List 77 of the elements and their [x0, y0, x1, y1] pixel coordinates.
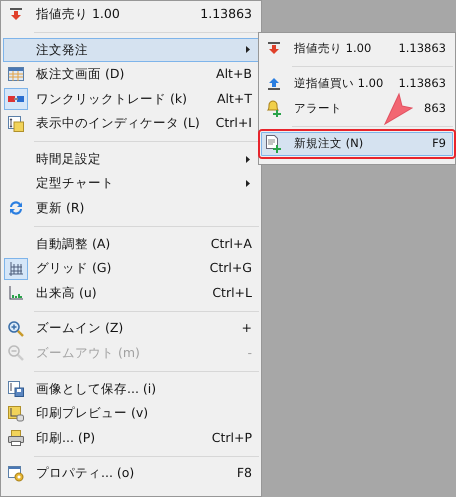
menu-item[interactable]: 新規注文 (N) F9 [261, 132, 453, 156]
menu-label: 指値売り 1.00 [36, 4, 120, 23]
menu-label: 更新 (R) [36, 199, 84, 218]
shortcut-text: F8 [236, 464, 253, 482]
shortcut-text: Alt+B [215, 65, 253, 84]
menu-label: 新規注文 (N) [294, 135, 364, 152]
menu-item[interactable]: ズームイン (Z) + [3, 316, 259, 342]
volume-chart-icon [8, 285, 24, 302]
menu-label: 印刷プレビュー (v) [36, 404, 148, 422]
shortcut-text: 1.13863 [199, 4, 253, 23]
menu-item[interactable]: 印刷プレビュー (v) [3, 401, 259, 426]
menu-item[interactable]: 板注文画面 (D) Alt+B [3, 62, 259, 87]
menu-label: プロパティ... (o) [36, 464, 134, 482]
shortcut-text: - [246, 344, 253, 362]
menu-label: 定型チャート [36, 174, 114, 192]
shortcut-text: 1.13863 [397, 75, 447, 92]
new-document-icon [265, 135, 283, 154]
shortcut-text: 1.13863 [397, 40, 447, 57]
submenu-arrow-icon [246, 156, 250, 163]
menu-item[interactable]: 自動調整 (A) Ctrl+A [3, 232, 259, 256]
menu-item[interactable]: 表示中のインディケータ (L) Ctrl+I [3, 111, 259, 136]
menu-label: 出来高 (u) [36, 284, 97, 302]
pointer-arrow [383, 92, 413, 126]
menu-label: 表示中のインディケータ (L) [36, 114, 200, 132]
shortcut-text: F9 [431, 135, 447, 152]
shortcut-text: Alt+T [216, 90, 253, 108]
menu-item[interactable]: 時間足設定 [3, 146, 259, 172]
down-arrow-icon [9, 7, 23, 22]
menu-item[interactable]: ワンクリックトレード (k) Alt+T [3, 86, 259, 112]
shortcut-text: Ctrl+P [210, 428, 253, 447]
menu-item[interactable]: 画像として保存... (i) [3, 376, 259, 402]
menu-item[interactable]: 印刷... (P) Ctrl+P [3, 426, 259, 450]
menu-item[interactable]: 指値売り 1.00 1.13863 [3, 2, 259, 27]
save-image-icon [8, 381, 24, 398]
menu-item[interactable]: 出来高 (u) Ctrl+L [3, 280, 259, 306]
print-preview-icon [8, 406, 24, 422]
menu-item[interactable]: 指値売り 1.00 1.13863 [261, 36, 453, 61]
shortcut-text: Ctrl+A [210, 234, 253, 253]
menu-label: ワンクリックトレード (k) [36, 90, 187, 108]
menu-item[interactable]: アラート 863 [261, 96, 453, 121]
submenu-arrow-icon [246, 180, 250, 188]
shortcut-text: 863 [423, 100, 447, 117]
menu-item[interactable]: 更新 (R) [3, 196, 259, 221]
menu-item[interactable]: 定型チャート [3, 172, 259, 196]
zoom-in-icon [8, 320, 24, 337]
menu-label: 板注文画面 (D) [36, 65, 124, 84]
toggle-icon [8, 95, 24, 104]
table-icon [8, 67, 24, 82]
menu-item[interactable]: グリッド (G) Ctrl+G [3, 256, 259, 281]
menu-label: 画像として保存... (i) [36, 380, 156, 398]
refresh-icon [8, 200, 24, 216]
menu-label: グリッド (G) [36, 259, 112, 278]
menu-label: 自動調整 (A) [36, 234, 110, 253]
printer-icon [8, 430, 24, 446]
menu-label: 印刷... (P) [36, 428, 96, 447]
shortcut-text: Ctrl+L [211, 284, 253, 302]
menu-label: 指値売り 1.00 [294, 40, 372, 57]
bell-icon [265, 99, 283, 118]
menu-item[interactable]: 注文発注 [3, 38, 259, 62]
zoom-out-icon [8, 345, 24, 362]
up-arrow-icon [267, 76, 281, 91]
menu-label: アラート [294, 100, 342, 117]
down-arrow-icon [267, 41, 281, 56]
grid-icon [8, 260, 24, 277]
menu-item[interactable]: プロパティ... (o) F8 [3, 462, 259, 486]
menu-label: ズームイン (Z) [36, 319, 124, 338]
indicator-icon [8, 116, 24, 132]
submenu-arrow-icon [246, 46, 250, 54]
menu-label: 注文発注 [36, 40, 88, 59]
shortcut-text: Ctrl+I [214, 114, 253, 132]
shortcut-text: Ctrl+G [208, 259, 253, 278]
menu-item[interactable]: 逆指値買い 1.00 1.13863 [261, 72, 453, 96]
menu-label: ズームアウト (m) [36, 344, 140, 362]
menu-label: 時間足設定 [36, 150, 101, 168]
properties-icon [8, 466, 24, 482]
shortcut-text: + [240, 319, 253, 338]
menu-label: 逆指値買い 1.00 [294, 75, 384, 92]
